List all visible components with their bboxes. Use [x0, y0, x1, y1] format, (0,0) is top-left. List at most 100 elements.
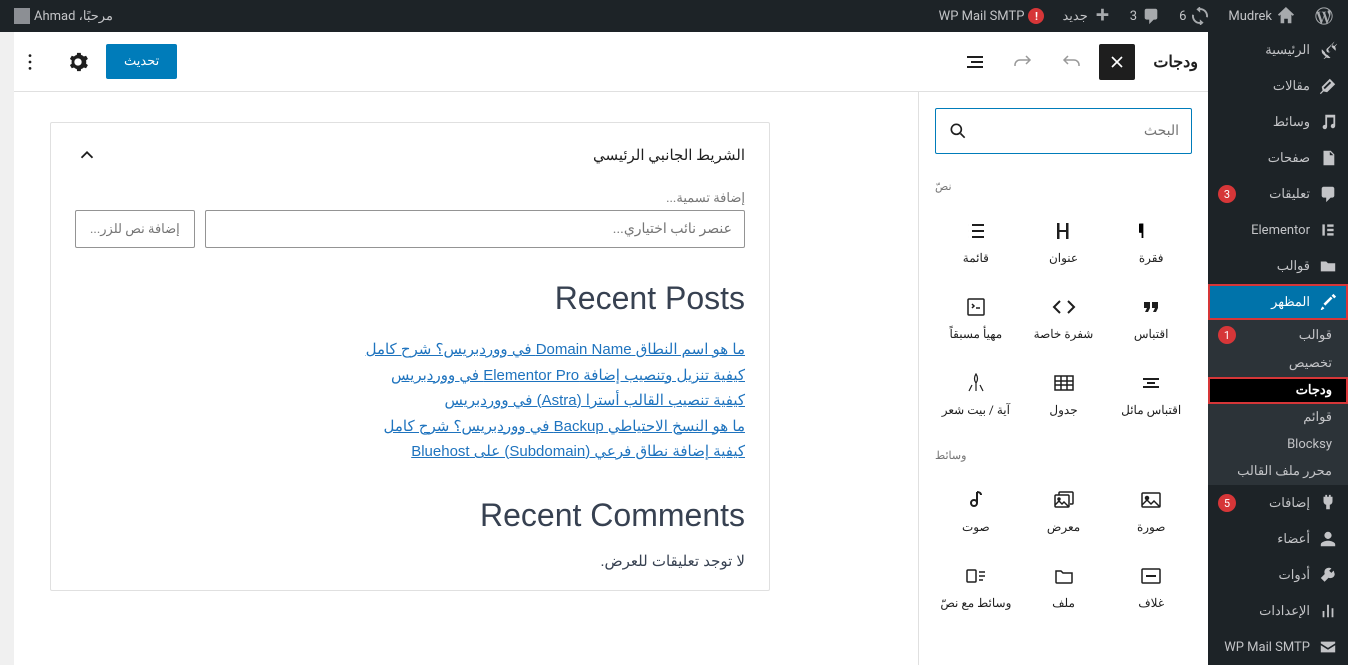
editor-header: ودجات تحديث — [0, 32, 1208, 92]
greeting-text: مرحبًا، Ahmad — [34, 9, 113, 24]
block-item[interactable]: صورة — [1110, 476, 1192, 546]
block-item[interactable]: عنوان — [1023, 207, 1105, 277]
options-button[interactable] — [10, 42, 50, 82]
update-button[interactable]: تحديث — [106, 44, 177, 79]
menu-pages[interactable]: صفحات — [1208, 140, 1348, 176]
undo-button[interactable] — [1003, 42, 1043, 82]
smtp-label: WP Mail SMTP — [939, 9, 1025, 24]
close-button[interactable] — [1099, 44, 1135, 80]
smtp-link[interactable]: !WP Mail SMTP — [933, 0, 1051, 32]
block-icon — [1052, 219, 1076, 243]
dashboard-icon — [1318, 40, 1338, 60]
add-label-text: إضافة تسمية... — [75, 191, 745, 206]
search-icon — [948, 121, 968, 141]
wp-logo[interactable] — [1308, 0, 1340, 32]
block-item[interactable]: معرض — [1023, 476, 1105, 546]
widget-area-header[interactable]: الشريط الجانبي الرئيسي — [75, 143, 745, 167]
comments-icon — [1318, 184, 1338, 204]
search-wrap[interactable] — [935, 108, 1192, 154]
brush-icon — [1318, 292, 1338, 312]
menu-plugins[interactable]: إضافات5 — [1208, 485, 1348, 521]
block-icon — [1139, 371, 1163, 395]
block-item[interactable]: ملف — [1023, 552, 1105, 622]
block-item[interactable]: قائمة — [935, 207, 1017, 277]
block-item[interactable]: وسائط مع نصّ — [935, 552, 1017, 622]
menu-dashboard[interactable]: الرئيسية — [1208, 32, 1348, 68]
menu-posts[interactable]: مقالات — [1208, 68, 1348, 104]
menu-settings[interactable]: الإعدادات — [1208, 593, 1348, 629]
submenu-customize[interactable]: تخصيص — [1208, 350, 1348, 377]
block-icon — [1052, 564, 1076, 588]
menu-templates[interactable]: قوالب — [1208, 248, 1348, 284]
block-item[interactable]: شفرة خاصة — [1023, 283, 1105, 353]
tools-icon — [1318, 565, 1338, 585]
block-icon — [1052, 488, 1076, 512]
placeholder-input[interactable] — [205, 210, 745, 248]
updates-link[interactable]: 6 — [1173, 0, 1216, 32]
pages-icon — [1318, 148, 1338, 168]
block-item[interactable]: اقتباس مائل — [1110, 359, 1192, 429]
user-greeting[interactable]: مرحبًا، Ahmad — [8, 0, 119, 32]
menu-appearance[interactable]: المظهر — [1208, 284, 1348, 320]
editor-title: ودجات — [1153, 52, 1198, 71]
block-label: ملف — [1052, 596, 1075, 610]
submenu-blocksy[interactable]: Blocksy — [1208, 431, 1348, 458]
list-view-button[interactable] — [955, 42, 995, 82]
menu-media[interactable]: وسائط — [1208, 104, 1348, 140]
post-link[interactable]: ما هو النسخ الاحتياطي Backup في ووردبريس… — [75, 414, 745, 440]
search-input[interactable] — [968, 123, 1179, 139]
block-icon — [1052, 295, 1076, 319]
redo-button[interactable] — [1051, 42, 1091, 82]
block-item[interactable]: غلاف — [1110, 552, 1192, 622]
block-label: عنوان — [1049, 251, 1078, 265]
pin-icon — [1318, 76, 1338, 96]
new-label: جديد — [1062, 9, 1087, 24]
media-icon — [1318, 112, 1338, 132]
warning-icon: ! — [1028, 8, 1044, 24]
submenu-widgets[interactable]: ودجات — [1208, 377, 1348, 404]
block-icon — [964, 371, 988, 395]
menu-wp-mail-smtp[interactable]: WP Mail SMTP — [1208, 629, 1348, 665]
post-link[interactable]: كيفية إضافة نطاق فرعي (Subdomain) على Bl… — [75, 439, 745, 465]
menu-comments[interactable]: تعليقات3 — [1208, 176, 1348, 212]
block-label: قائمة — [963, 251, 989, 265]
settings-button[interactable] — [58, 42, 98, 82]
block-label: صورة — [1137, 520, 1165, 534]
block-item[interactable]: مهيأ مسبقاً — [935, 283, 1017, 353]
post-link[interactable]: ما هو اسم النطاق Domain Name في ووردبريس… — [75, 337, 745, 363]
block-item[interactable]: صوت — [935, 476, 1017, 546]
submenu-theme-editor[interactable]: محرر ملف القالب — [1208, 458, 1348, 485]
block-item[interactable]: آية / بيت شعر — [935, 359, 1017, 429]
home-icon — [1276, 6, 1296, 26]
block-label: اقتباس مائل — [1121, 403, 1181, 417]
site-link[interactable]: Mudrek — [1222, 0, 1302, 32]
block-label: آية / بيت شعر — [942, 403, 1010, 417]
comment-icon — [1141, 6, 1161, 26]
section-media: وسائط — [935, 449, 1192, 462]
post-link[interactable]: كيفية تنصيب القالب أسترا (Astra) في وورد… — [75, 388, 745, 414]
button-text-input[interactable]: إضافة نص للزر... — [75, 210, 195, 248]
comments-badge: 3 — [1218, 185, 1236, 203]
post-link[interactable]: كيفية تنزيل وتنصيب إضافة Elementor Pro ف… — [75, 363, 745, 389]
block-icon — [1139, 295, 1163, 319]
chevron-up-icon — [75, 143, 99, 167]
update-icon — [1190, 6, 1210, 26]
comments-link[interactable]: 3 — [1124, 0, 1167, 32]
submenu-menus[interactable]: قوائم — [1208, 404, 1348, 431]
menu-elementor[interactable]: Elementor — [1208, 212, 1348, 248]
mail-icon — [1318, 637, 1338, 657]
block-item[interactable]: جدول — [1023, 359, 1105, 429]
wordpress-icon — [1314, 6, 1334, 26]
user-icon — [1318, 529, 1338, 549]
block-item[interactable]: ¶فقرة — [1110, 207, 1192, 277]
block-item[interactable]: اقتباس — [1110, 283, 1192, 353]
avatar-icon — [14, 8, 30, 24]
menu-tools[interactable]: أدوات — [1208, 557, 1348, 593]
scrollbar[interactable] — [0, 92, 14, 665]
block-icon — [964, 219, 988, 243]
submenu-themes[interactable]: قوالب1 — [1208, 320, 1348, 350]
block-icon — [1139, 488, 1163, 512]
new-link[interactable]: جديد — [1056, 0, 1117, 32]
block-icon — [1139, 564, 1163, 588]
menu-users[interactable]: أعضاء — [1208, 521, 1348, 557]
